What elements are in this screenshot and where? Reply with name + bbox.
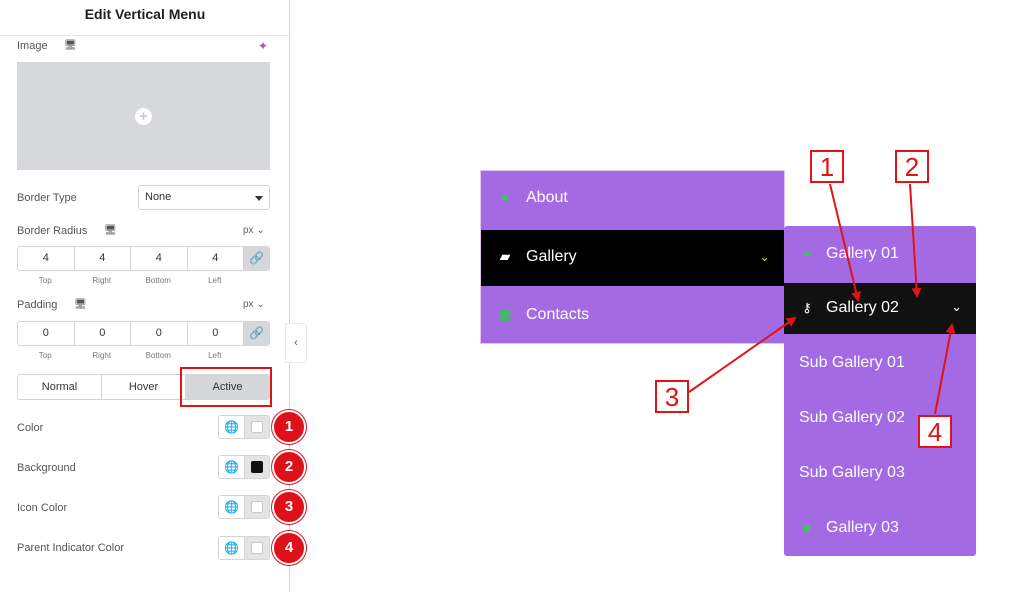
submenu-item-label: Gallery 02	[826, 299, 899, 316]
globe-icon[interactable]: 🌐	[219, 537, 245, 559]
border-radius-right[interactable]: 4	[75, 247, 131, 270]
color-control[interactable]: 🌐	[218, 415, 270, 439]
padding-top[interactable]: 0	[18, 322, 75, 345]
padding-label: Padding	[17, 299, 58, 311]
border-radius-left[interactable]: 4	[188, 247, 244, 270]
border-radius-top[interactable]: 4	[18, 247, 75, 270]
background-swatch-wrap[interactable]	[245, 456, 269, 478]
background-control[interactable]: 🌐	[218, 455, 270, 479]
parent-indicator-swatch-wrap[interactable]	[245, 537, 269, 559]
side-label: Bottom	[145, 351, 171, 360]
link-icon[interactable]: 🔗	[244, 247, 269, 270]
chevron-down-icon[interactable]: ⌄	[951, 299, 962, 315]
submenu-item-label: Gallery 03	[826, 519, 899, 536]
image-label: Image	[17, 40, 48, 52]
gallery-submenu: ❧ Gallery 01 ⚷ Gallery 02 ⌄ Sub Gallery …	[784, 226, 976, 556]
border-radius-bottom[interactable]: 4	[131, 247, 188, 270]
parent-indicator-color-label: Parent Indicator Color	[17, 542, 124, 554]
menu-item-about[interactable]: ● About	[481, 171, 784, 227]
annotation-box-3: 3	[655, 380, 689, 413]
padding-left[interactable]: 0	[188, 322, 244, 345]
leaf-icon: ❧	[801, 246, 813, 261]
background-label: Background	[17, 462, 76, 474]
border-radius-inputs: 4 4 4 4 🔗	[17, 246, 270, 271]
collapse-panel-button[interactable]: ‹	[285, 323, 307, 363]
user-icon: ●	[500, 189, 510, 205]
image-placeholder[interactable]: +	[17, 62, 270, 170]
side-label: Top	[38, 276, 52, 285]
menu-item-label: Gallery	[526, 248, 577, 265]
icon-color-swatch-wrap[interactable]	[245, 496, 269, 518]
tab-hover[interactable]: Hover	[102, 375, 186, 399]
submenu-item-label: Sub Gallery 01	[799, 354, 905, 371]
color-swatch-wrap[interactable]	[245, 416, 269, 438]
side-label: Top	[38, 351, 52, 360]
side-label: Left	[208, 276, 222, 285]
desktop-icon[interactable]: 🖥	[64, 40, 77, 51]
add-image-icon[interactable]: +	[135, 108, 152, 125]
color-swatch[interactable]	[251, 421, 263, 433]
menu-item-gallery[interactable]: ▰ Gallery ⌄	[481, 230, 784, 286]
menu-item-label: About	[526, 189, 568, 206]
submenu-item-gallery-01[interactable]: ❧ Gallery 01	[784, 229, 976, 280]
settings-panel: Edit Vertical Menu Image 🖥 ✦ + Border Ty…	[0, 0, 306, 592]
folder-open-icon: ▰	[499, 248, 511, 264]
link-icon[interactable]: 🔗	[244, 322, 269, 345]
globe-icon[interactable]: 🌐	[219, 456, 245, 478]
annotation-box-2: 2	[895, 150, 929, 183]
globe-icon[interactable]: 🌐	[219, 416, 245, 438]
side-label: Right	[92, 351, 112, 360]
side-label: Left	[208, 351, 222, 360]
badge-4: 4	[272, 531, 306, 565]
parent-indicator-swatch[interactable]	[251, 542, 263, 554]
panel-divider	[0, 35, 290, 36]
color-label: Color	[17, 422, 44, 434]
address-book-icon: ▣	[498, 306, 512, 322]
menu-item-label: Contacts	[526, 306, 590, 323]
submenu-item-label: Gallery 01	[826, 245, 899, 262]
border-radius-label: Border Radius	[17, 225, 88, 237]
submenu-item-sub-gallery-03[interactable]: Sub Gallery 03	[784, 448, 976, 499]
background-swatch[interactable]	[251, 461, 263, 473]
side-label: Right	[92, 276, 112, 285]
badge-2: 2	[272, 450, 306, 484]
square-icon: ■	[803, 520, 811, 535]
desktop-icon[interactable]: 🖥	[104, 225, 117, 236]
submenu-item-gallery-03[interactable]: ■ Gallery 03	[784, 503, 976, 554]
submenu-item-label: Sub Gallery 03	[799, 464, 905, 481]
border-type-value: None	[145, 191, 172, 203]
submenu-item-sub-gallery-01[interactable]: Sub Gallery 01	[784, 338, 976, 389]
key-icon: ⚷	[802, 300, 812, 315]
border-type-label: Border Type	[17, 192, 77, 204]
padding-unit[interactable]: px ⌄	[243, 299, 265, 310]
panel-title: Edit Vertical Menu	[84, 6, 206, 22]
border-radius-unit[interactable]: px ⌄	[243, 225, 265, 236]
border-radius-sides: Top Right Bottom Left	[17, 276, 243, 285]
active-tab-highlight	[180, 367, 272, 407]
padding-inputs: 0 0 0 0 🔗	[17, 321, 270, 346]
badge-1: 1	[272, 410, 306, 444]
icon-color-swatch[interactable]	[251, 501, 263, 513]
border-type-select[interactable]: None	[138, 185, 270, 210]
padding-right[interactable]: 0	[75, 322, 131, 345]
annotation-box-1: 1	[810, 150, 844, 183]
desktop-icon[interactable]: 🖥	[74, 299, 87, 310]
icon-color-control[interactable]: 🌐	[218, 495, 270, 519]
globe-icon[interactable]: 🌐	[219, 496, 245, 518]
submenu-item-gallery-02[interactable]: ⚷ Gallery 02 ⌄	[784, 283, 976, 334]
side-label: Bottom	[145, 276, 171, 285]
badge-3: 3	[272, 490, 306, 524]
chevron-down-icon[interactable]: ⌄	[759, 249, 770, 265]
tab-normal[interactable]: Normal	[18, 375, 102, 399]
vertical-menu: ● About ▰ Gallery ⌄ ▣ Contacts	[480, 170, 785, 344]
submenu-item-label: Sub Gallery 02	[799, 409, 905, 426]
caret-down-icon	[255, 196, 263, 201]
padding-bottom[interactable]: 0	[131, 322, 188, 345]
padding-sides: Top Right Bottom Left	[17, 351, 243, 360]
ai-sparkle-icon[interactable]: ✦	[258, 39, 268, 53]
menu-item-contacts[interactable]: ▣ Contacts	[481, 288, 784, 344]
icon-color-label: Icon Color	[17, 502, 68, 514]
parent-indicator-color-control[interactable]: 🌐	[218, 536, 270, 560]
annotation-box-4: 4	[918, 415, 952, 448]
